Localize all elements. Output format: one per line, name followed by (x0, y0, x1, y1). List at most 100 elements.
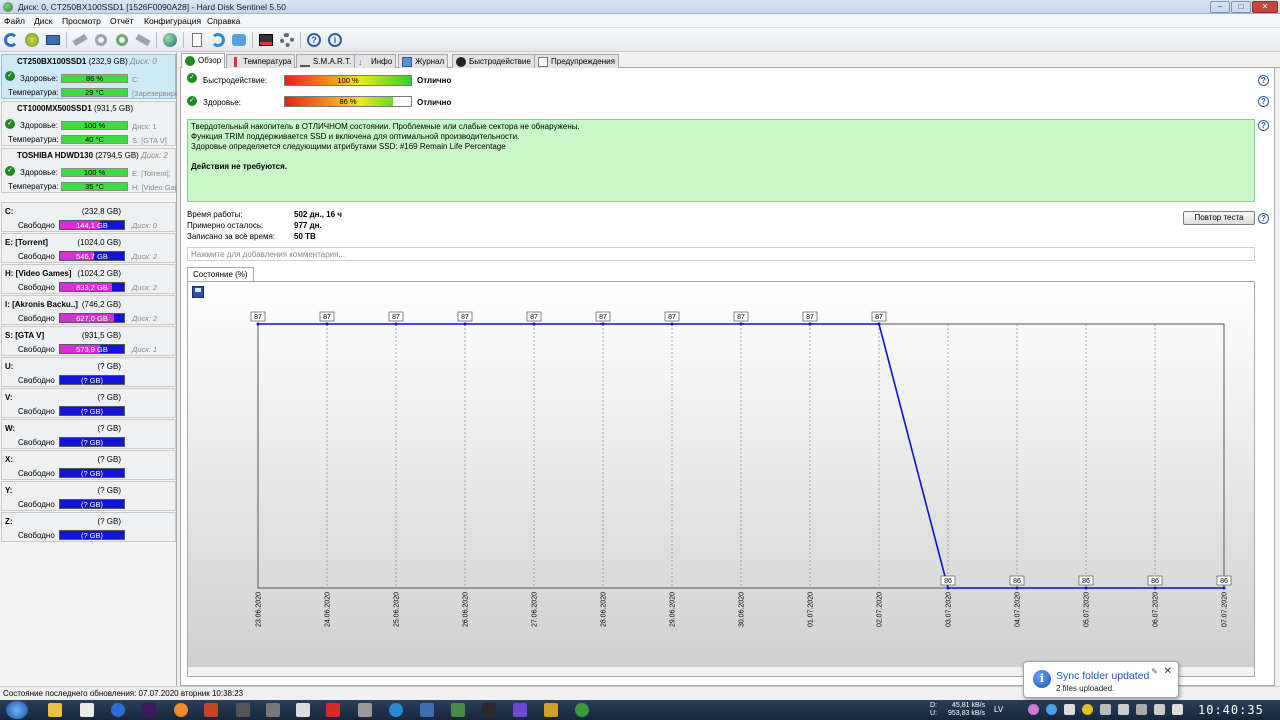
app-icon[interactable] (389, 703, 403, 717)
refresh-button[interactable] (2, 31, 20, 49)
app-icon[interactable] (544, 703, 558, 717)
info-icon: i (328, 33, 342, 47)
health-bar: 86 % (284, 96, 412, 107)
app-icon[interactable] (326, 703, 340, 717)
disk-info-button[interactable] (23, 31, 41, 49)
network-icon[interactable] (1154, 704, 1165, 715)
about-button[interactable]: i (326, 31, 344, 49)
disk-list-button[interactable] (44, 31, 62, 49)
report-button[interactable] (188, 31, 206, 49)
volume-card[interactable]: Z: (? GB) Свободно (? GB) (1, 512, 176, 542)
language-indicator[interactable]: LV (994, 705, 1003, 714)
start-button[interactable] (6, 701, 28, 719)
benchmark-button[interactable] (257, 31, 275, 49)
settings-button[interactable] (278, 31, 296, 49)
help-button[interactable]: ? (305, 31, 323, 49)
tray-icon[interactable] (1028, 704, 1039, 715)
tray-icon[interactable] (1136, 704, 1147, 715)
tray-icon[interactable] (1118, 704, 1129, 715)
disk-card-0[interactable]: CT250BX100SSD1 (232,9 GB) Диск: 0 ✓ Здор… (1, 54, 177, 99)
app-icon[interactable] (266, 703, 280, 717)
tool-button-4[interactable] (134, 31, 152, 49)
tool-button-1[interactable] (71, 31, 89, 49)
app-icon[interactable] (142, 703, 156, 717)
volume-size: (? GB) (97, 393, 121, 402)
close-button[interactable]: ✕ (1252, 1, 1278, 13)
web-button[interactable] (161, 31, 179, 49)
volume-card[interactable]: U: (? GB) Свободно (? GB) (1, 357, 176, 387)
help-icon[interactable]: ? (1258, 213, 1269, 224)
tab-alerts[interactable]: Предупреждения (534, 54, 619, 68)
help-icon[interactable]: ? (1258, 75, 1269, 86)
menu-view[interactable]: Просмотр (62, 16, 101, 26)
retest-button[interactable]: Повтор теста (1183, 211, 1255, 225)
tab-overview[interactable]: Обзор (181, 53, 226, 69)
volume-card[interactable]: C: (232,8 GB) Свободно 144,1 GB Диск: 0 (1, 202, 176, 232)
tray-icon[interactable] (1082, 704, 1093, 715)
disk-number-hint: Диск: 1 (132, 122, 157, 131)
sync-button[interactable] (209, 31, 227, 49)
app-icon[interactable] (80, 703, 94, 717)
disk-card-1[interactable]: CT1000MX500SSD1 (931,5 GB) ✓ Здоровье: 1… (1, 101, 176, 146)
tool-button-2[interactable] (92, 31, 110, 49)
volume-card[interactable]: H: [Video Games] (1024,2 GB) Свободно 833,2… (1, 264, 176, 294)
minimize-button[interactable]: – (1210, 1, 1230, 13)
menu-disk[interactable]: Диск (34, 16, 52, 26)
volume-card[interactable]: X: (? GB) Свободно (? GB) (1, 450, 176, 480)
comment-input[interactable]: Нажмите для добавления комментария... (187, 247, 1255, 261)
app-icon[interactable] (420, 703, 434, 717)
menu-report[interactable]: Отчёт (110, 16, 134, 26)
volume-card[interactable]: W: (? GB) Свободно (? GB) (1, 419, 176, 449)
free-label: Свободно (18, 531, 55, 540)
volume-card[interactable]: Y: (? GB) Свободно (? GB) (1, 481, 176, 511)
app-icon[interactable] (358, 703, 372, 717)
volume-icon[interactable] (1172, 704, 1183, 715)
journal-icon (402, 57, 412, 67)
send-button[interactable] (230, 31, 248, 49)
close-icon[interactable]: ✕ (1164, 666, 1172, 677)
help-icon[interactable]: ? (1258, 96, 1269, 107)
x-tick-label: 25.06.2020 (394, 592, 401, 627)
app-icon[interactable] (296, 703, 310, 717)
temperature-label: Температура: (8, 182, 59, 191)
options-icon[interactable]: ✎ (1151, 667, 1158, 676)
app-icon[interactable] (111, 703, 125, 717)
tray-icon[interactable] (1064, 704, 1075, 715)
disk-card-2[interactable]: TOSHIBA HDWD130 (2794,5 GB) Диск: 2 ✓ Зд… (1, 148, 177, 193)
sync-notification[interactable]: i Sync folder updated 2 files uploaded. … (1023, 661, 1179, 698)
chart-tab-health[interactable]: Состояние (%) (187, 267, 254, 281)
tab-performance[interactable]: Быстродействие (452, 54, 535, 68)
app-icon[interactable] (451, 703, 465, 717)
app-icon[interactable] (513, 703, 527, 717)
volume-card[interactable]: S: [GTA V] (931,5 GB) Свободно 573,9 GB Диск… (1, 326, 176, 356)
temperature-label: Температура: (8, 135, 59, 144)
menu-config[interactable]: Конфигурация (144, 16, 201, 26)
uptime-value: 502 дн., 16 ч (294, 210, 342, 219)
tray-icon[interactable] (1100, 704, 1111, 715)
tool-button-3[interactable] (113, 31, 131, 49)
menu-help[interactable]: Справка (207, 16, 240, 26)
app-icon[interactable] (482, 703, 496, 717)
app-icon[interactable] (575, 703, 589, 717)
free-label: Свободно (18, 500, 55, 509)
app-icon[interactable] (174, 703, 188, 717)
tab-info[interactable]: ↓ Инфо (354, 54, 397, 68)
tray-icon[interactable] (1046, 704, 1057, 715)
volume-card[interactable]: I: [Akronis Backu..] (746,2 GB) Свободно 62… (1, 295, 176, 325)
app-icon[interactable] (236, 703, 250, 717)
app-icon[interactable] (204, 703, 218, 717)
tab-smart[interactable]: S.M.A.R.T. (296, 54, 356, 68)
menu-file[interactable]: Файл (4, 16, 25, 26)
tab-temperature[interactable]: Температура (226, 54, 296, 68)
maximize-button[interactable]: □ (1231, 1, 1251, 13)
tab-log[interactable]: Журнал (398, 54, 449, 68)
volume-card[interactable]: E: [Torrent] (1024,0 GB) Свободно 546,7 GB Д… (1, 233, 176, 263)
remaining-label: Примерно осталось: (187, 221, 264, 230)
x-tick-label: 02.07.2020 (877, 592, 884, 627)
volume-size: (? GB) (97, 455, 121, 464)
clock[interactable]: 10:40:35 (1198, 703, 1264, 717)
volume-card[interactable]: V: (? GB) Свободно (? GB) (1, 388, 176, 418)
help-icon[interactable]: ? (1258, 120, 1269, 131)
explorer-icon[interactable] (48, 703, 62, 717)
x-tick-label: 30.06.2020 (739, 592, 746, 627)
